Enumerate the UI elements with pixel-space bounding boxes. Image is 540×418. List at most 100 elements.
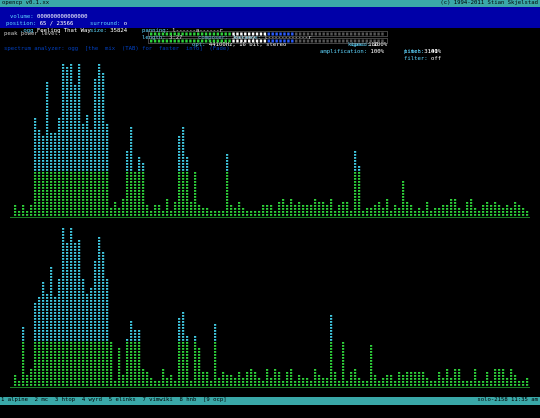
spectrum-cell <box>50 181 53 183</box>
surround-value[interactable]: o <box>124 21 127 27</box>
spectrum-cell <box>130 333 133 335</box>
spectrum-cell <box>102 88 105 90</box>
spectrum-cell <box>62 91 65 93</box>
spectrum-cell <box>330 339 333 341</box>
spectrum-cell <box>42 363 45 365</box>
spectrum-cell <box>62 291 65 293</box>
spectrum-cell <box>102 294 105 296</box>
spectrum-cell <box>178 202 181 204</box>
spectrum-cell <box>34 145 37 147</box>
spectrum-cell <box>178 175 181 177</box>
spectrum-cell <box>142 378 145 380</box>
spectrum-cell <box>374 214 377 216</box>
spectrum-cell <box>74 324 77 326</box>
spectrum-cell <box>74 294 77 296</box>
spectrum-cell <box>138 366 141 368</box>
spectrum-cell <box>306 381 309 383</box>
spectrum-cell <box>94 369 97 371</box>
meter-segment <box>197 39 200 43</box>
spectrum-cell <box>62 312 65 314</box>
spectrum-cell <box>86 115 89 117</box>
spectrum-cell <box>178 190 181 192</box>
spectrum-cell <box>38 333 41 335</box>
spectrum-cell <box>494 369 497 371</box>
spectrum-cell <box>78 276 81 278</box>
spectrum-cell <box>78 163 81 165</box>
spectrum-cell <box>34 193 37 195</box>
spectrum-cell <box>94 115 97 117</box>
spectrum-cell <box>66 345 69 347</box>
spectrum-cell <box>106 366 109 368</box>
spectrum-cell <box>302 378 305 380</box>
spectrum-cell <box>58 330 61 332</box>
spectrum-cell <box>102 130 105 132</box>
spectrum-cell <box>454 381 457 383</box>
spectrum-cell <box>458 375 461 377</box>
spectrum-cell <box>270 208 273 210</box>
spectrum-cell <box>78 300 81 302</box>
spectrum-cell <box>66 270 69 272</box>
spectrum-cell <box>70 351 73 353</box>
spectrum-cell <box>370 381 373 383</box>
spectrum-cell <box>70 130 73 132</box>
spectrum-cell <box>194 375 197 377</box>
spectrum-cell <box>46 211 49 213</box>
spectrum-cell <box>442 214 445 216</box>
spectrum-cell <box>94 100 97 102</box>
spectrum-cell <box>50 154 53 156</box>
spectrum-cell <box>50 384 53 386</box>
spectrum-cell <box>102 381 105 383</box>
spectrum-cell <box>290 372 293 374</box>
spectrum-cell <box>90 154 93 156</box>
spectrum-cell <box>34 169 37 171</box>
spectrum-cell <box>58 163 61 165</box>
spectrum-cell <box>78 264 81 266</box>
spectrum-cell <box>66 154 69 156</box>
meter-segment <box>369 32 372 36</box>
meter-segment <box>228 32 231 36</box>
spectrum-cell <box>102 97 105 99</box>
spectrum-cell <box>102 354 105 356</box>
spectrum-cell <box>70 330 73 332</box>
spectrum-cell <box>402 199 405 201</box>
spectrum-cell <box>166 211 169 213</box>
spectrum-cell <box>102 73 105 75</box>
spectrum-cell <box>46 163 49 165</box>
spectrum-cell <box>50 193 53 195</box>
spectrum-cell <box>258 378 261 380</box>
spectrum-cell <box>374 378 377 380</box>
window-list[interactable]: 1 alpine 2 mc 3 htop 4 wyrd 5 elinks 7 v… <box>1 397 227 404</box>
spectrum-cell <box>46 315 49 317</box>
spectrum-cell <box>378 202 381 204</box>
spectrum-cell <box>62 285 65 287</box>
spectrum-cell <box>74 267 77 269</box>
spectrum-cell <box>74 202 77 204</box>
spectrum-cell <box>74 261 77 263</box>
spectrum-cell <box>74 243 77 245</box>
spectrum-cell <box>358 169 361 171</box>
spectrum-cell <box>122 378 125 380</box>
spectrum-cell <box>98 333 101 335</box>
spectrum-cell <box>82 166 85 168</box>
spectrum-cell <box>50 279 53 281</box>
spectrum-cell <box>94 360 97 362</box>
spectrum-cell <box>86 309 89 311</box>
spectrum-cell <box>42 157 45 159</box>
spectrum-cell <box>418 384 421 386</box>
spectrum-cell <box>166 378 169 380</box>
spectrum-cell <box>94 139 97 141</box>
spectrum-cell <box>290 384 293 386</box>
spectrum-cell <box>38 148 41 150</box>
spectrum-cell <box>506 214 509 216</box>
spectrum-cell <box>50 342 53 344</box>
volume-value[interactable]: 000000000000000 <box>37 14 88 20</box>
spectrum-cell <box>174 384 177 386</box>
spectrum-cell <box>106 145 109 147</box>
spectrum-cell <box>74 184 77 186</box>
spectrum-cell <box>82 190 85 192</box>
spectrum-cell <box>86 339 89 341</box>
spectrum-cell <box>70 133 73 135</box>
spectrum-cell <box>74 282 77 284</box>
spectrum-cell <box>70 127 73 129</box>
spectrum-cell <box>82 160 85 162</box>
